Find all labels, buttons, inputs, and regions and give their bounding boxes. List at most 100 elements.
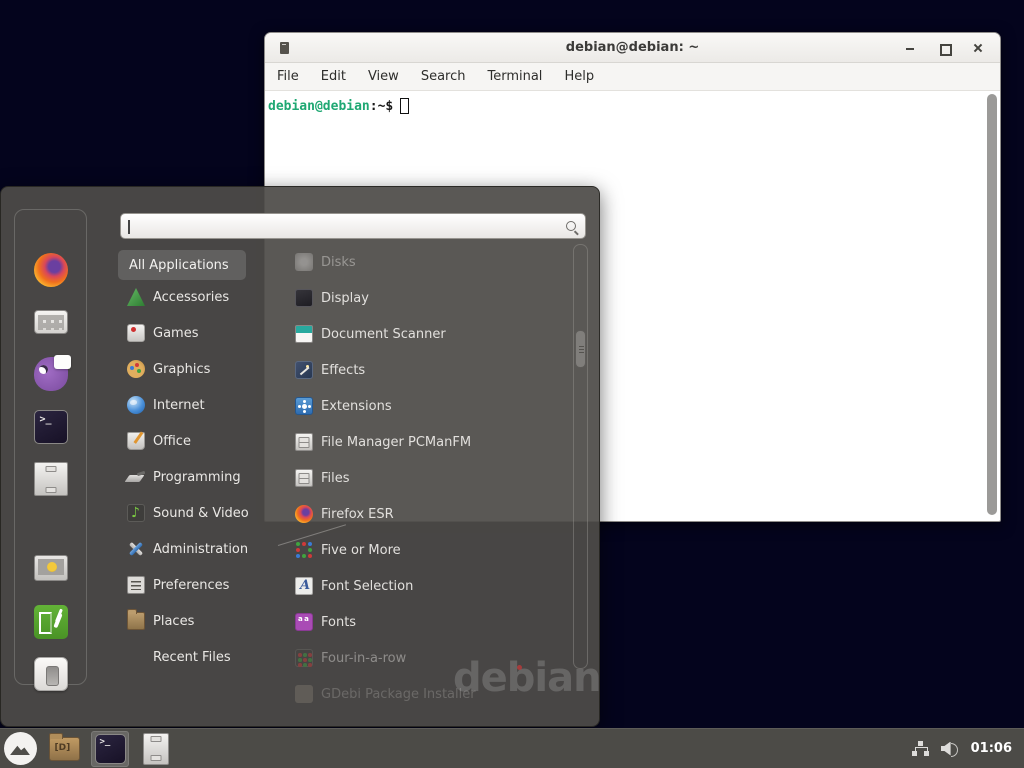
category-label: Accessories [153,290,229,305]
app-disks[interactable]: Disks [265,244,573,280]
menu-file[interactable]: File [277,69,299,84]
category-games[interactable]: Games [118,315,268,351]
app-effects[interactable]: Effects [265,352,573,388]
category-label: Administration [153,542,248,557]
menu-terminal[interactable]: Terminal [487,69,542,84]
five-or-more-icon [295,541,313,559]
app-label: Extensions [321,399,392,414]
places-folder-icon [127,612,145,630]
app-label: GDebi Package Installer [321,687,476,702]
app-font-selection[interactable]: Font Selection [265,568,573,604]
favorites-sidebar [14,209,87,685]
search-input[interactable] [125,215,555,237]
terminal-window-title: debian@debian: ~ [566,40,699,55]
terminal-icon[interactable] [34,410,68,444]
application-list: Disks Display Document Scanner Effects E… [265,244,573,712]
app-display[interactable]: Display [265,280,573,316]
app-list-scrollbar-thumb[interactable] [575,330,586,368]
shutdown-icon[interactable] [34,657,68,691]
menu-edit[interactable]: Edit [321,69,346,84]
app-label: Four-in-a-row [321,651,406,666]
category-label: Sound & Video [153,506,249,521]
four-in-a-row-icon [295,649,313,667]
category-label: Programming [153,470,241,485]
file-cabinet-icon[interactable] [34,462,68,496]
app-label: Fonts [321,615,356,630]
category-label: Preferences [153,578,229,593]
clock[interactable]: 01:06 [971,741,1012,756]
minimize-icon[interactable] [900,38,920,58]
launcher-debian-folder[interactable] [45,731,83,767]
category-label: Office [153,434,191,449]
app-label: Disks [321,255,356,270]
category-graphics[interactable]: Graphics [118,351,268,387]
terminal-prompt: debian@debian :~$ [268,98,409,114]
category-recent-files[interactable]: Recent Files [118,639,268,675]
category-preferences[interactable]: Preferences [118,567,268,603]
menu-view[interactable]: View [368,69,399,84]
network-icon[interactable] [912,741,929,756]
internet-globe-icon [127,396,145,414]
app-fonts[interactable]: Fonts [265,604,573,640]
close-icon[interactable] [968,38,988,58]
category-accessories[interactable]: Accessories [118,279,268,315]
lock-screen-icon[interactable] [34,555,68,581]
maximize-icon[interactable] [934,38,954,58]
app-files[interactable]: Files [265,460,573,496]
pidgin-icon[interactable] [34,357,68,391]
firefox-icon[interactable] [34,253,68,287]
category-administration[interactable]: Administration [118,531,268,567]
games-icon [127,324,145,342]
prompt-suffix: :~$ [370,99,393,114]
app-list-scrollbar[interactable] [573,244,588,669]
category-places[interactable]: Places [118,603,268,639]
category-sound-video[interactable]: Sound & Video [118,495,268,531]
preferences-icon [127,576,145,594]
menu-help[interactable]: Help [564,69,594,84]
app-gdebi-package-installer[interactable]: GDebi Package Installer [265,676,573,712]
keyboard-icon[interactable] [34,310,68,334]
gdebi-icon [295,685,313,703]
app-label: Firefox ESR [321,507,394,522]
volume-icon[interactable] [941,741,959,757]
app-five-or-more[interactable]: Five or More [265,532,573,568]
fonts-icon [295,613,313,631]
applications-menu: debian All Applications Accessories Game… [0,186,600,727]
app-label: File Manager PCManFM [321,435,471,450]
app-file-manager-pcmanfm[interactable]: File Manager PCManFM [265,424,573,460]
office-icon [127,432,145,450]
category-office[interactable]: Office [118,423,268,459]
category-programming[interactable]: Programming [118,459,268,495]
file-cabinet-icon [143,733,169,765]
category-all-applications[interactable]: All Applications [118,250,246,280]
document-scanner-icon [295,325,313,343]
prompt-user-host: debian@debian [268,99,370,114]
app-four-in-a-row[interactable]: Four-in-a-row [265,640,573,676]
app-extensions[interactable]: Extensions [265,388,573,424]
taskbar-window-terminal[interactable] [91,731,129,767]
text-caret [128,220,130,234]
menu-search[interactable]: Search [421,69,466,84]
terminal-window-icon [280,42,289,54]
file-cabinet-icon [295,433,313,451]
category-label: Games [153,326,198,341]
terminal-titlebar[interactable]: debian@debian: ~ [265,33,1000,63]
terminal-scrollbar[interactable] [986,94,998,515]
taskbar: 01:06 [0,728,1024,768]
display-icon [295,289,313,307]
category-label: All Applications [129,258,229,273]
launcher-file-manager[interactable] [137,731,175,767]
graphics-icon [127,360,145,378]
app-document-scanner[interactable]: Document Scanner [265,316,573,352]
disks-icon [295,253,313,271]
terminal-cursor [400,98,409,114]
app-firefox-esr[interactable]: Firefox ESR [265,496,573,532]
effects-icon [295,361,313,379]
terminal-scrollbar-thumb[interactable] [987,94,997,515]
administration-tools-icon [127,540,145,558]
log-out-icon[interactable] [34,605,68,639]
app-label: Five or More [321,543,401,558]
no-icon [127,648,145,666]
category-internet[interactable]: Internet [118,387,268,423]
menu-button[interactable] [4,732,37,765]
